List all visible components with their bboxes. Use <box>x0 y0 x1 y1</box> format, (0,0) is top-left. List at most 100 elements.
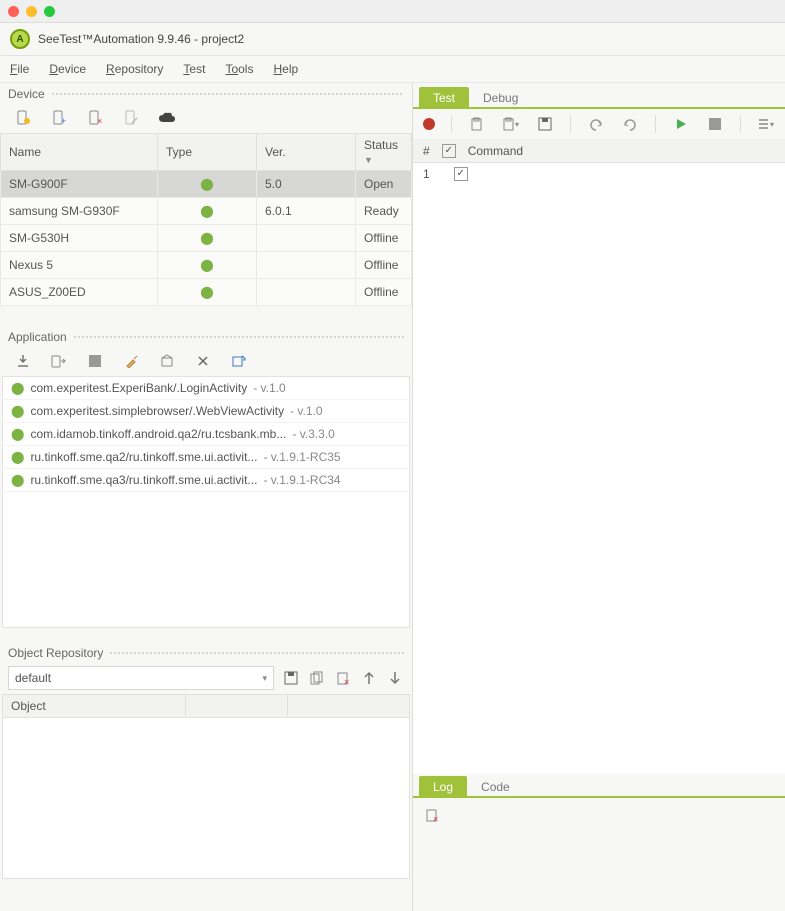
arrow-up-icon[interactable] <box>360 669 378 687</box>
device-type: ⬤ <box>158 225 257 252</box>
object-repo-select[interactable]: default ▾ <box>8 666 274 690</box>
device-remove-icon[interactable]: × <box>86 109 104 127</box>
application-section-header: Application <box>0 326 412 346</box>
clipboard-icon[interactable] <box>468 115 486 133</box>
undo-icon[interactable] <box>587 115 605 133</box>
android-icon: ⬤ <box>11 450 24 464</box>
application-row[interactable]: ⬤ com.experitest.ExperiBank/.LoginActivit… <box>3 377 409 400</box>
svg-text:+: + <box>61 116 66 126</box>
header-checkbox[interactable] <box>442 144 456 158</box>
col-command[interactable]: Command <box>468 144 523 158</box>
dots-decoration <box>73 335 404 339</box>
device-add-icon[interactable]: + <box>50 109 68 127</box>
delete-repo-icon[interactable]: × <box>334 669 352 687</box>
device-status: Ready <box>356 198 412 225</box>
device-row[interactable]: SM-G530H⬤ Offline <box>1 225 412 252</box>
arrow-down-icon[interactable] <box>386 669 404 687</box>
object-col-2[interactable] <box>186 695 288 718</box>
device-ver <box>257 225 356 252</box>
install-icon[interactable] <box>14 352 32 370</box>
object-repo-body <box>2 718 410 879</box>
tab-test[interactable]: Test <box>419 87 469 107</box>
close-window-button[interactable] <box>8 6 19 17</box>
cloud-icon[interactable] <box>158 109 176 127</box>
object-repo-section-header: Object Repository <box>0 642 412 662</box>
col-name[interactable]: Name <box>1 134 158 171</box>
device-edit-icon[interactable] <box>122 109 140 127</box>
app-name: com.idamob.tinkoff.android.qa2/ru.tcsban… <box>30 427 286 441</box>
application-row[interactable]: ⬤com.idamob.tinkoff.android.qa2/ru.tcsba… <box>3 423 409 446</box>
menu-tools[interactable]: Tools <box>225 62 253 76</box>
save-test-icon[interactable] <box>536 115 554 133</box>
device-ver: 5.0 <box>257 171 356 198</box>
right-toolbar: ▾ ▾ <box>413 109 785 140</box>
row-checkbox[interactable] <box>454 167 468 181</box>
package-icon[interactable] <box>158 352 176 370</box>
list-dropdown-icon[interactable]: ▾ <box>757 115 775 133</box>
device-row[interactable]: Nexus 5⬤Offline <box>1 252 412 279</box>
app-name: ru.tinkoff.sme.qa2/ru.tinkoff.sme.ui.act… <box>30 450 257 464</box>
delete-icon[interactable] <box>194 352 212 370</box>
col-status[interactable]: Status ▼ <box>356 134 412 171</box>
menu-device[interactable]: Device <box>49 62 86 76</box>
command-area[interactable]: 1 <box>413 163 785 774</box>
object-col-3[interactable] <box>287 695 409 718</box>
app-name: com.experitest.simplebrowser/.WebViewAct… <box>30 404 284 418</box>
device-row[interactable]: samsung SM-G930F⬤6.0.1Ready <box>1 198 412 225</box>
copy-icon[interactable] <box>308 669 326 687</box>
object-repo-toolbar: default ▾ × <box>0 662 412 694</box>
sync-icon[interactable] <box>230 352 248 370</box>
android-icon: ⬤ <box>11 404 24 418</box>
device-refresh-icon[interactable] <box>14 109 32 127</box>
object-repo-label: Object Repository <box>8 646 103 660</box>
menu-help[interactable]: Help <box>273 62 298 76</box>
menu-repository[interactable]: Repository <box>106 62 163 76</box>
device-ver <box>257 279 356 306</box>
device-name: ASUS_Z00ED <box>1 279 158 306</box>
application-row[interactable]: ⬤ru.tinkoff.sme.qa3/ru.tinkoff.sme.ui.ac… <box>3 469 409 492</box>
clipboard-dropdown-icon[interactable]: ▾ <box>502 115 520 133</box>
save-icon[interactable] <box>282 669 300 687</box>
launch-device-icon[interactable] <box>50 352 68 370</box>
maximize-window-button[interactable] <box>44 6 55 17</box>
device-status: Offline <box>356 252 412 279</box>
device-name: SM-G530H <box>1 225 158 252</box>
device-status: Offline <box>356 279 412 306</box>
menu-file[interactable]: File <box>10 62 29 76</box>
stop-icon[interactable] <box>86 352 104 370</box>
application-row[interactable]: ⬤ ru.tinkoff.sme.qa2/ru.tinkoff.sme.ui.ac… <box>3 446 409 469</box>
col-type[interactable]: Type <box>158 134 257 171</box>
col-hash[interactable]: # <box>423 144 430 158</box>
app-version: - v.1.9.1-RC34 <box>263 473 340 487</box>
app-header: A SeeTest™Automation 9.9.46 - project2 <box>0 23 785 56</box>
tab-log[interactable]: Log <box>419 776 467 796</box>
command-row[interactable]: 1 <box>413 163 785 185</box>
record-icon[interactable] <box>423 118 435 130</box>
window-titlebar <box>0 0 785 23</box>
device-name: samsung SM-G930F <box>1 198 158 225</box>
tab-code[interactable]: Code <box>467 776 524 796</box>
android-icon: ⬤ <box>11 473 24 487</box>
menu-test[interactable]: Test <box>183 62 205 76</box>
app-logo-icon: A <box>10 29 30 49</box>
app-title: SeeTest™Automation 9.9.46 - project2 <box>38 32 244 46</box>
tab-debug[interactable]: Debug <box>469 87 532 107</box>
stop-test-icon[interactable] <box>706 115 724 133</box>
application-row[interactable]: ⬤ com.experitest.simplebrowser/.WebViewAc… <box>3 400 409 423</box>
minimize-window-button[interactable] <box>26 6 37 17</box>
android-icon: ⬤ <box>200 258 213 272</box>
play-icon[interactable] <box>672 115 690 133</box>
col-ver[interactable]: Ver. <box>257 134 356 171</box>
broom-icon[interactable] <box>122 352 140 370</box>
device-type: ⬤ <box>158 252 257 279</box>
redo-icon[interactable] <box>621 115 639 133</box>
row-number: 1 <box>423 167 430 181</box>
app-name: com.experitest.ExperiBank/.LoginActivity <box>30 381 247 395</box>
android-icon: ⬤ <box>11 381 24 395</box>
device-status: Offline <box>356 225 412 252</box>
clear-log-icon[interactable]: × <box>423 806 441 824</box>
device-row[interactable]: ASUS_Z00ED⬤Offline <box>1 279 412 306</box>
dots-decoration <box>109 651 404 655</box>
device-row[interactable]: SM-G900F⬤5.0Open <box>1 171 412 198</box>
object-col[interactable]: Object <box>3 695 186 718</box>
